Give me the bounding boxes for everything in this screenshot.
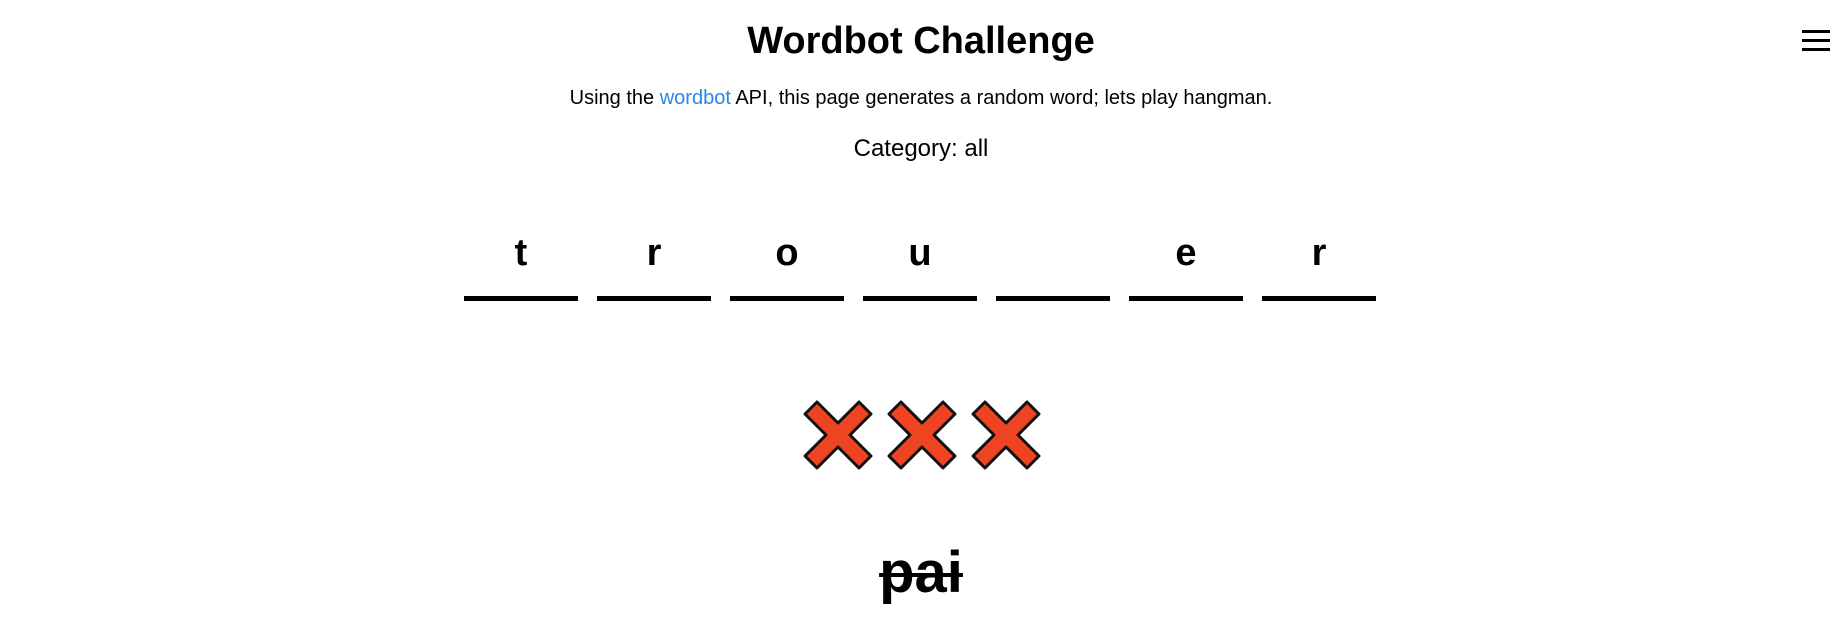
slot-letter: r [1311, 232, 1327, 274]
intro-text: Using the wordbot API, this page generat… [0, 86, 1842, 110]
red-x-icon [971, 400, 1041, 470]
red-x-icon [887, 400, 957, 470]
slot-letter: t [514, 232, 528, 274]
word-slots: t r o u e r [464, 226, 1376, 306]
hamburger-menu-icon[interactable] [1800, 26, 1832, 56]
slot-underline [597, 296, 711, 301]
slot-underline [730, 296, 844, 301]
intro-text-start: Using the [569, 87, 660, 109]
slot-letter: u [908, 232, 932, 274]
letter-slot: r [1262, 226, 1376, 306]
slot-underline [996, 296, 1110, 301]
slot-underline [863, 296, 977, 301]
slot-letter: o [775, 232, 799, 274]
wrong-guess-letters: pai [879, 540, 963, 605]
letter-slot: o [730, 226, 844, 306]
hangman-page: Wordbot Challenge Using the wordbot API,… [0, 0, 1842, 638]
red-x-icon [803, 400, 873, 470]
slot-underline [1129, 296, 1243, 301]
letter-slot: u [863, 226, 977, 306]
letter-slot [996, 226, 1110, 306]
wrong-guesses: pai [0, 538, 1842, 608]
slot-letter: r [646, 232, 662, 274]
strikes-row [803, 400, 1041, 470]
page-title: Wordbot Challenge [747, 20, 1095, 62]
letter-slot: e [1129, 226, 1243, 306]
category-label: Category: all [853, 135, 989, 162]
slot-letter: e [1175, 232, 1197, 274]
slot-underline [1262, 296, 1376, 301]
letter-slot: r [597, 226, 711, 306]
slot-underline [464, 296, 578, 301]
intro-text-end: API, this page generates a random word; … [730, 87, 1273, 109]
letter-slot: t [464, 226, 578, 306]
wordbot-link[interactable]: wordbot [660, 87, 731, 109]
